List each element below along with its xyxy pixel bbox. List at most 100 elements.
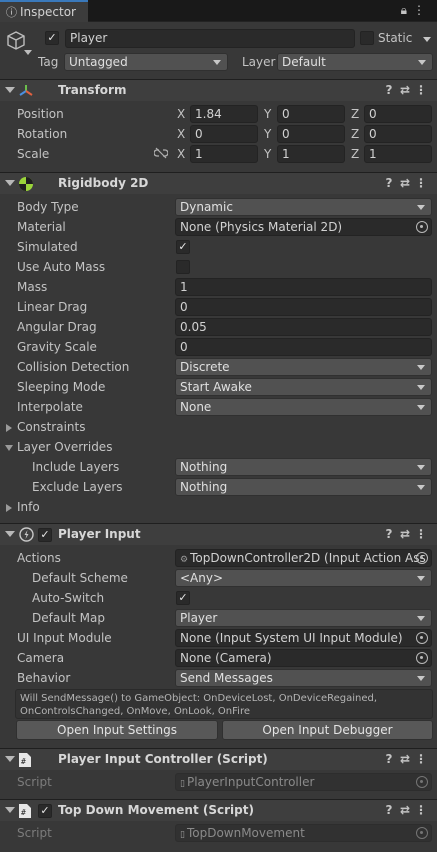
tab-inspector[interactable]: ⓘ Inspector bbox=[0, 0, 88, 22]
player-input-controller-header[interactable]: # Player Input Controller (Script) ? ⇄ ⋮ bbox=[0, 748, 437, 770]
static-checkbox[interactable] bbox=[360, 31, 374, 45]
gameobject-icon-dropdown[interactable] bbox=[24, 50, 32, 55]
angular-drag-field[interactable]: 0.05 bbox=[175, 318, 432, 336]
info-foldout-icon[interactable] bbox=[6, 504, 12, 512]
axis-y[interactable]: Y bbox=[264, 147, 271, 161]
help-icon[interactable]: ? bbox=[381, 527, 397, 541]
object-picker-icon[interactable] bbox=[416, 552, 428, 564]
layer-overrides-foldout[interactable]: Layer Overrides bbox=[17, 440, 112, 454]
auto-switch-checkbox[interactable]: ✓ bbox=[176, 591, 190, 605]
material-field[interactable]: None (Physics Material 2D) bbox=[175, 218, 432, 236]
linear-drag-field[interactable]: 0 bbox=[175, 298, 432, 316]
camera-field[interactable]: None (Camera) bbox=[175, 649, 432, 667]
preset-icon[interactable]: ⇄ bbox=[397, 83, 413, 97]
body-type-label: Body Type bbox=[17, 200, 79, 214]
axis-z[interactable]: Z bbox=[351, 107, 359, 121]
rigidbody2d-icon bbox=[19, 177, 33, 191]
player-input-header[interactable]: ✓ Player Input ? ⇄ ⋮ bbox=[0, 523, 437, 545]
position-y[interactable]: 0 bbox=[277, 105, 345, 123]
auto-mass-checkbox[interactable] bbox=[176, 260, 190, 274]
object-picker-icon[interactable] bbox=[416, 652, 428, 664]
actions-label: Actions bbox=[17, 551, 61, 565]
axis-x[interactable]: X bbox=[177, 127, 185, 141]
scale-z[interactable]: 1 bbox=[364, 145, 432, 163]
more-icon[interactable]: ⋮ bbox=[413, 752, 429, 766]
ui-input-module-field[interactable]: None (Input System UI Input Module) bbox=[175, 629, 432, 647]
constrain-proportions-icon[interactable] bbox=[154, 147, 168, 159]
body-type-dropdown[interactable]: Dynamic bbox=[175, 198, 432, 216]
default-map-dropdown[interactable]: Player bbox=[175, 609, 432, 627]
axis-x[interactable]: X bbox=[177, 147, 185, 161]
sleeping-mode-dropdown[interactable]: Start Awake bbox=[175, 378, 432, 396]
open-input-debugger-button[interactable]: Open Input Debugger bbox=[222, 720, 433, 740]
fold-arrow-icon[interactable] bbox=[5, 180, 15, 186]
tdm-script-label: Script bbox=[17, 826, 52, 840]
constraints-foldout-icon[interactable] bbox=[6, 424, 12, 432]
rigidbody2d-header[interactable]: Rigidbody 2D ? ⇄ ⋮ bbox=[0, 172, 437, 194]
top-down-movement-header[interactable]: # ✓ Top Down Movement (Script) ? ⇄ ⋮ bbox=[0, 799, 437, 821]
static-dropdown-icon[interactable] bbox=[423, 37, 431, 42]
preset-icon[interactable]: ⇄ bbox=[397, 752, 413, 766]
player-input-title: Player Input bbox=[58, 527, 141, 541]
more-icon[interactable]: ⋮ bbox=[413, 803, 429, 817]
position-z[interactable]: 0 bbox=[364, 105, 432, 123]
transform-title: Transform bbox=[58, 83, 127, 97]
top-down-movement-enabled-checkbox[interactable]: ✓ bbox=[38, 804, 52, 818]
gameobject-icon[interactable] bbox=[5, 30, 27, 52]
help-icon[interactable]: ? bbox=[381, 83, 397, 97]
exclude-layers-dropdown[interactable]: Nothing bbox=[175, 478, 432, 496]
more-icon[interactable]: ⋮ bbox=[413, 527, 429, 541]
script-icon: # bbox=[19, 753, 31, 767]
rotation-x[interactable]: 0 bbox=[190, 125, 258, 143]
axis-z[interactable]: Z bbox=[351, 127, 359, 141]
axis-y[interactable]: Y bbox=[264, 107, 271, 121]
info-foldout[interactable]: Info bbox=[17, 500, 40, 514]
preset-icon[interactable]: ⇄ bbox=[397, 527, 413, 541]
preset-icon[interactable]: ⇄ bbox=[397, 176, 413, 190]
fold-arrow-icon[interactable] bbox=[5, 87, 15, 93]
simulated-checkbox[interactable]: ✓ bbox=[176, 240, 190, 254]
more-icon[interactable]: ⋮ bbox=[413, 83, 429, 97]
lock-icon[interactable]: 🔒︎ bbox=[401, 3, 413, 17]
preset-icon[interactable]: ⇄ bbox=[397, 803, 413, 817]
object-picker-icon[interactable] bbox=[416, 632, 428, 644]
scale-y[interactable]: 1 bbox=[277, 145, 345, 163]
more-icon[interactable]: ⋮ bbox=[413, 3, 431, 17]
help-icon[interactable]: ? bbox=[381, 803, 397, 817]
name-field[interactable]: Player bbox=[65, 29, 355, 48]
player-input-enabled-checkbox[interactable]: ✓ bbox=[38, 528, 52, 542]
help-icon[interactable]: ? bbox=[381, 176, 397, 190]
tag-dropdown[interactable]: Untagged bbox=[64, 53, 228, 71]
active-checkbox[interactable]: ✓ bbox=[45, 31, 59, 45]
default-scheme-dropdown[interactable]: <Any> bbox=[175, 569, 432, 587]
fold-arrow-icon[interactable] bbox=[5, 756, 15, 762]
axis-x[interactable]: X bbox=[177, 107, 185, 121]
help-icon[interactable]: ? bbox=[381, 752, 397, 766]
actions-field[interactable]: ⚙ TopDownController2D (Input Action Ass bbox=[175, 549, 432, 567]
position-x[interactable]: 1.84 bbox=[190, 105, 258, 123]
layer-dropdown[interactable]: Default bbox=[277, 53, 433, 71]
rotation-y[interactable]: 0 bbox=[277, 125, 345, 143]
layer-overrides-foldout-icon[interactable] bbox=[5, 445, 13, 451]
script-asset-icon: ▯ bbox=[180, 779, 185, 789]
fold-arrow-icon[interactable] bbox=[5, 807, 15, 813]
include-layers-dropdown[interactable]: Nothing bbox=[175, 458, 432, 476]
object-picker-icon[interactable] bbox=[416, 221, 428, 233]
constraints-foldout[interactable]: Constraints bbox=[17, 420, 85, 434]
rotation-z[interactable]: 0 bbox=[364, 125, 432, 143]
more-icon[interactable]: ⋮ bbox=[413, 176, 429, 190]
interpolate-dropdown[interactable]: None bbox=[175, 398, 432, 416]
open-input-settings-button[interactable]: Open Input Settings bbox=[16, 720, 218, 740]
transform-header[interactable]: Transform ? ⇄ ⋮ bbox=[0, 79, 437, 101]
mass-field[interactable]: 1 bbox=[175, 278, 432, 296]
collision-detection-dropdown[interactable]: Discrete bbox=[175, 358, 432, 376]
gravity-scale-field[interactable]: 0 bbox=[175, 338, 432, 356]
rigidbody2d-title: Rigidbody 2D bbox=[58, 176, 149, 190]
fold-arrow-icon[interactable] bbox=[5, 531, 15, 537]
player-input-controller-title: Player Input Controller (Script) bbox=[58, 752, 268, 766]
info-icon: ⓘ bbox=[6, 6, 17, 19]
axis-y[interactable]: Y bbox=[264, 127, 271, 141]
scale-x[interactable]: 1 bbox=[190, 145, 258, 163]
behavior-dropdown[interactable]: Send Messages bbox=[175, 669, 432, 687]
axis-z[interactable]: Z bbox=[351, 147, 359, 161]
